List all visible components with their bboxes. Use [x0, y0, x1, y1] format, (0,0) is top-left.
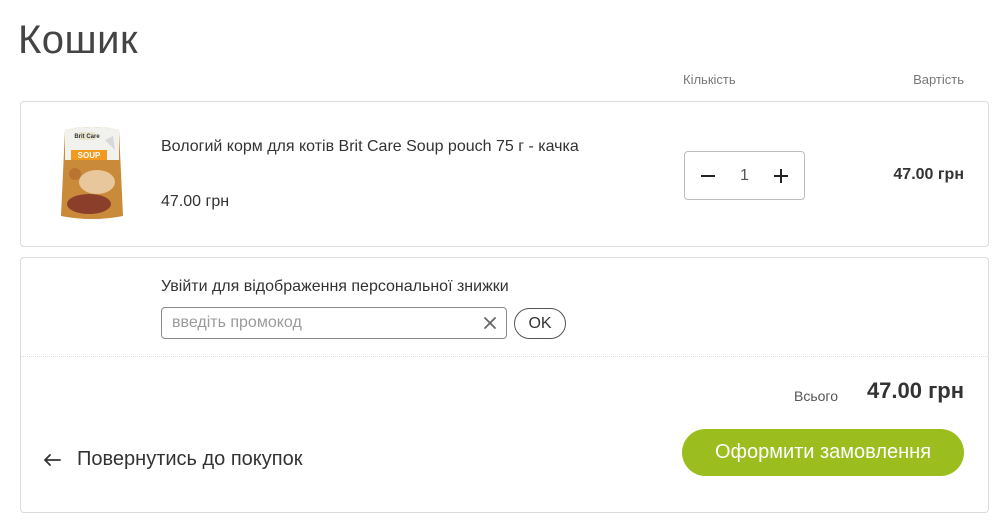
product-unit-price: 47.00 грн — [161, 193, 230, 210]
line-total: 47.00 грн — [893, 166, 964, 183]
personal-discount-link[interactable]: Увійти для відображення персональної зни… — [161, 278, 509, 296]
column-header-quantity: Кількість — [683, 72, 736, 87]
arrow-left-icon — [43, 453, 61, 467]
product-name[interactable]: Вологий корм для котів Brit Care Soup po… — [161, 136, 621, 158]
page-title: Кошик — [18, 18, 138, 62]
pouch-brand-text: Brit Care — [74, 134, 100, 140]
close-icon[interactable] — [482, 315, 498, 331]
back-to-shopping-label: Повернутись до покупок — [77, 448, 303, 470]
total-label: Всього — [793, 388, 838, 404]
pouch-soup-text: SOUP — [78, 151, 101, 160]
plus-icon[interactable] — [772, 167, 790, 185]
back-to-shopping-link[interactable]: Повернутись до покупок — [43, 448, 302, 471]
quantity-stepper: 1 — [684, 151, 805, 200]
checkout-button[interactable]: Оформити замовлення — [682, 429, 964, 476]
product-image[interactable]: Brit Care SOUP — [57, 124, 127, 224]
quantity-value[interactable]: 1 — [740, 167, 749, 185]
promo-code-input[interactable] — [162, 308, 506, 338]
cart-summary: Увійти для відображення персональної зни… — [20, 257, 989, 513]
cart-page: Кошик Кількість Вартість Brit Care SOUP … — [0, 0, 1000, 522]
apply-promo-button[interactable]: OK — [514, 308, 566, 339]
promo-code-field — [161, 307, 507, 339]
divider — [21, 356, 988, 357]
total-value: 47.00 грн — [866, 378, 964, 403]
cart-item: Brit Care SOUP Вологий корм для котів Br… — [20, 101, 989, 247]
column-header-cost: Вартість — [913, 72, 964, 87]
minus-icon[interactable] — [699, 167, 717, 185]
